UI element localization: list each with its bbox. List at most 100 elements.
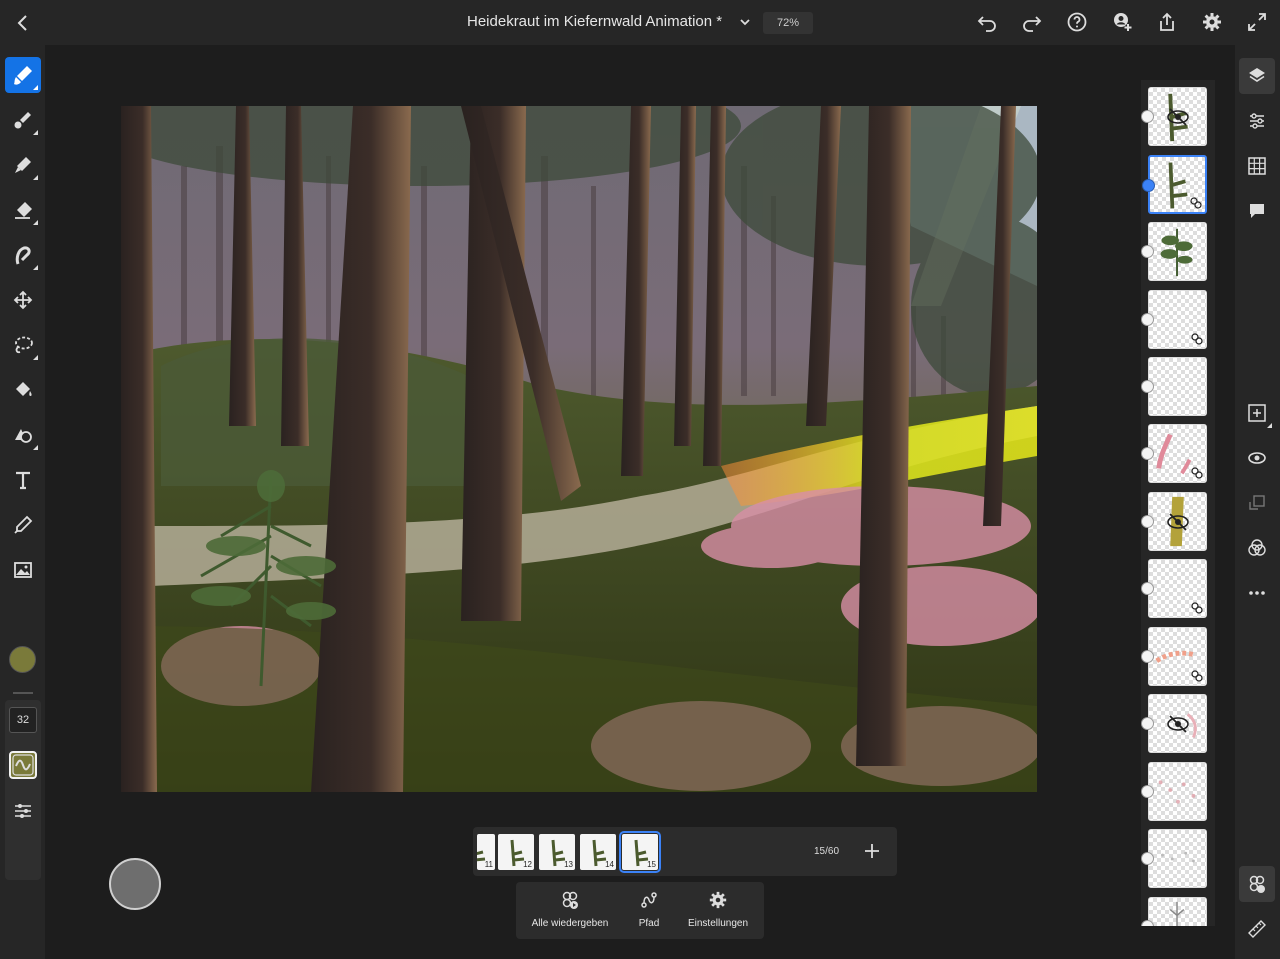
undo-icon[interactable] [976,11,998,33]
frame-thumbnail[interactable]: 13 [539,834,575,870]
layer-thumbnail[interactable] [1141,559,1207,618]
frame-counter: 15/60 [814,846,840,857]
document-title-group[interactable]: Heidekraut im Kiefernwald Animation * [467,13,752,30]
hidden-eye-icon [1167,513,1189,531]
fullscreen-icon[interactable] [1246,11,1268,33]
add-layer-button[interactable] [1239,395,1275,431]
brush-icon [14,66,32,85]
color-swatch-button[interactable] [9,646,36,673]
layer-thumbnail[interactable] [1141,290,1207,349]
layer-select-handle[interactable] [1141,380,1154,393]
wave-icon [12,754,34,776]
layer-thumbnail[interactable] [1141,87,1207,146]
artboard-canvas[interactable] [121,106,1037,792]
layer-select-handle[interactable] [1141,650,1154,663]
animation-controls: Alle wiedergeben Pfad Einstellungen [516,882,764,939]
shapes-tool[interactable] [5,417,41,453]
type-tool[interactable] [5,462,41,498]
move-icon [13,290,33,310]
ruler-button[interactable] [1239,911,1275,947]
grid-button[interactable] [1239,148,1275,184]
comment-icon [1250,204,1264,218]
layer-select-handle[interactable] [1141,852,1154,865]
layer-thumbnail[interactable] [1141,694,1207,753]
image-icon [14,562,32,578]
play-all-icon [562,891,578,909]
frame-thumbnail[interactable]: 14 [580,834,616,870]
pixel-brush-tool[interactable] [5,57,41,93]
vector-brush-tool[interactable] [5,147,41,183]
redo-icon[interactable] [1021,11,1043,33]
layer-thumbnail[interactable] [1141,627,1207,686]
layer-select-handle[interactable] [1141,785,1154,798]
gear-icon[interactable] [1201,11,1223,33]
forest-painting [121,106,1037,792]
smudge-tool[interactable] [5,237,41,273]
zoom-level[interactable]: 72% [763,12,813,34]
frame-thumbnail[interactable]: 11 [477,834,495,870]
frame-number: 11 [484,860,493,869]
chevron-down-icon[interactable] [738,15,752,29]
stroke-smoothing-button[interactable] [5,747,41,783]
layer-select-handle[interactable] [1142,179,1155,192]
eye-icon [1248,452,1266,464]
ruler-icon [1248,920,1266,938]
layer-thumbnail[interactable] [1141,424,1207,483]
eraser-tool[interactable] [5,192,41,228]
layer-select-handle[interactable] [1141,920,1154,926]
text-icon [16,471,30,490]
document-title[interactable]: Heidekraut im Kiefernwald Animation * [467,13,722,30]
touch-shortcut-button[interactable] [109,858,161,910]
layer-select-handle[interactable] [1141,110,1154,123]
comments-button[interactable] [1239,193,1275,229]
frame-thumbnail[interactable]: 12 [498,834,534,870]
layer-select-handle[interactable] [1141,313,1154,326]
brush-settings-button[interactable] [5,793,41,829]
vector-brush-icon [15,157,31,173]
blend-mode-button[interactable] [1239,530,1275,566]
path-icon [641,892,657,908]
layers-panel-button[interactable] [1239,58,1275,94]
fill-tool[interactable] [5,372,41,408]
layer-thumbnail[interactable] [1141,897,1207,926]
add-frame-icon[interactable] [862,841,882,861]
layer-select-handle[interactable] [1141,245,1154,258]
visibility-button[interactable] [1239,440,1275,476]
animation-mode-button[interactable] [1239,866,1275,902]
lasso-tool[interactable] [5,327,41,363]
layer-select-handle[interactable] [1141,582,1154,595]
frame-number: 12 [523,860,532,869]
frame-number: 15 [647,860,656,869]
more-options-button[interactable] [1239,575,1275,611]
help-icon[interactable] [1066,11,1088,33]
place-image-tool[interactable] [5,552,41,588]
share-icon[interactable] [1156,11,1178,33]
play-all-button[interactable]: Alle wiedergeben [530,890,610,931]
back-icon[interactable] [12,12,34,34]
layer-thumbnail[interactable] [1141,829,1207,888]
frame-thumbnail-active[interactable]: 15 [619,831,661,873]
layer-thumbnail[interactable] [1141,357,1207,416]
layer-select-handle[interactable] [1141,447,1154,460]
clipping-mask-button[interactable] [1239,485,1275,521]
animation-settings-button[interactable]: Einstellungen [684,890,752,931]
live-brush-icon [14,112,31,129]
eyedropper-tool[interactable] [5,507,41,543]
properties-button[interactable] [1239,103,1275,139]
clip-icon [1249,495,1265,510]
live-brush-tool[interactable] [5,102,41,138]
layer-thumbnail[interactable] [1141,762,1207,821]
layer-select-handle[interactable] [1141,717,1154,730]
layer-select-handle[interactable] [1141,515,1154,528]
animation-timeline: 11 12 13 14 15 15/60 [473,827,897,876]
layer-thumbnail[interactable] [1141,492,1207,551]
path-button[interactable]: Pfad [634,890,664,931]
smudge-icon [15,246,31,265]
animation-layer-icon [1191,333,1203,345]
layer-thumbnail-selected[interactable] [1142,155,1207,214]
invite-user-icon[interactable] [1111,11,1133,33]
layer-thumbnail[interactable] [1141,222,1207,281]
transform-tool[interactable] [5,282,41,318]
shapes-icon [15,429,32,443]
brush-size[interactable]: 32 [9,707,37,733]
